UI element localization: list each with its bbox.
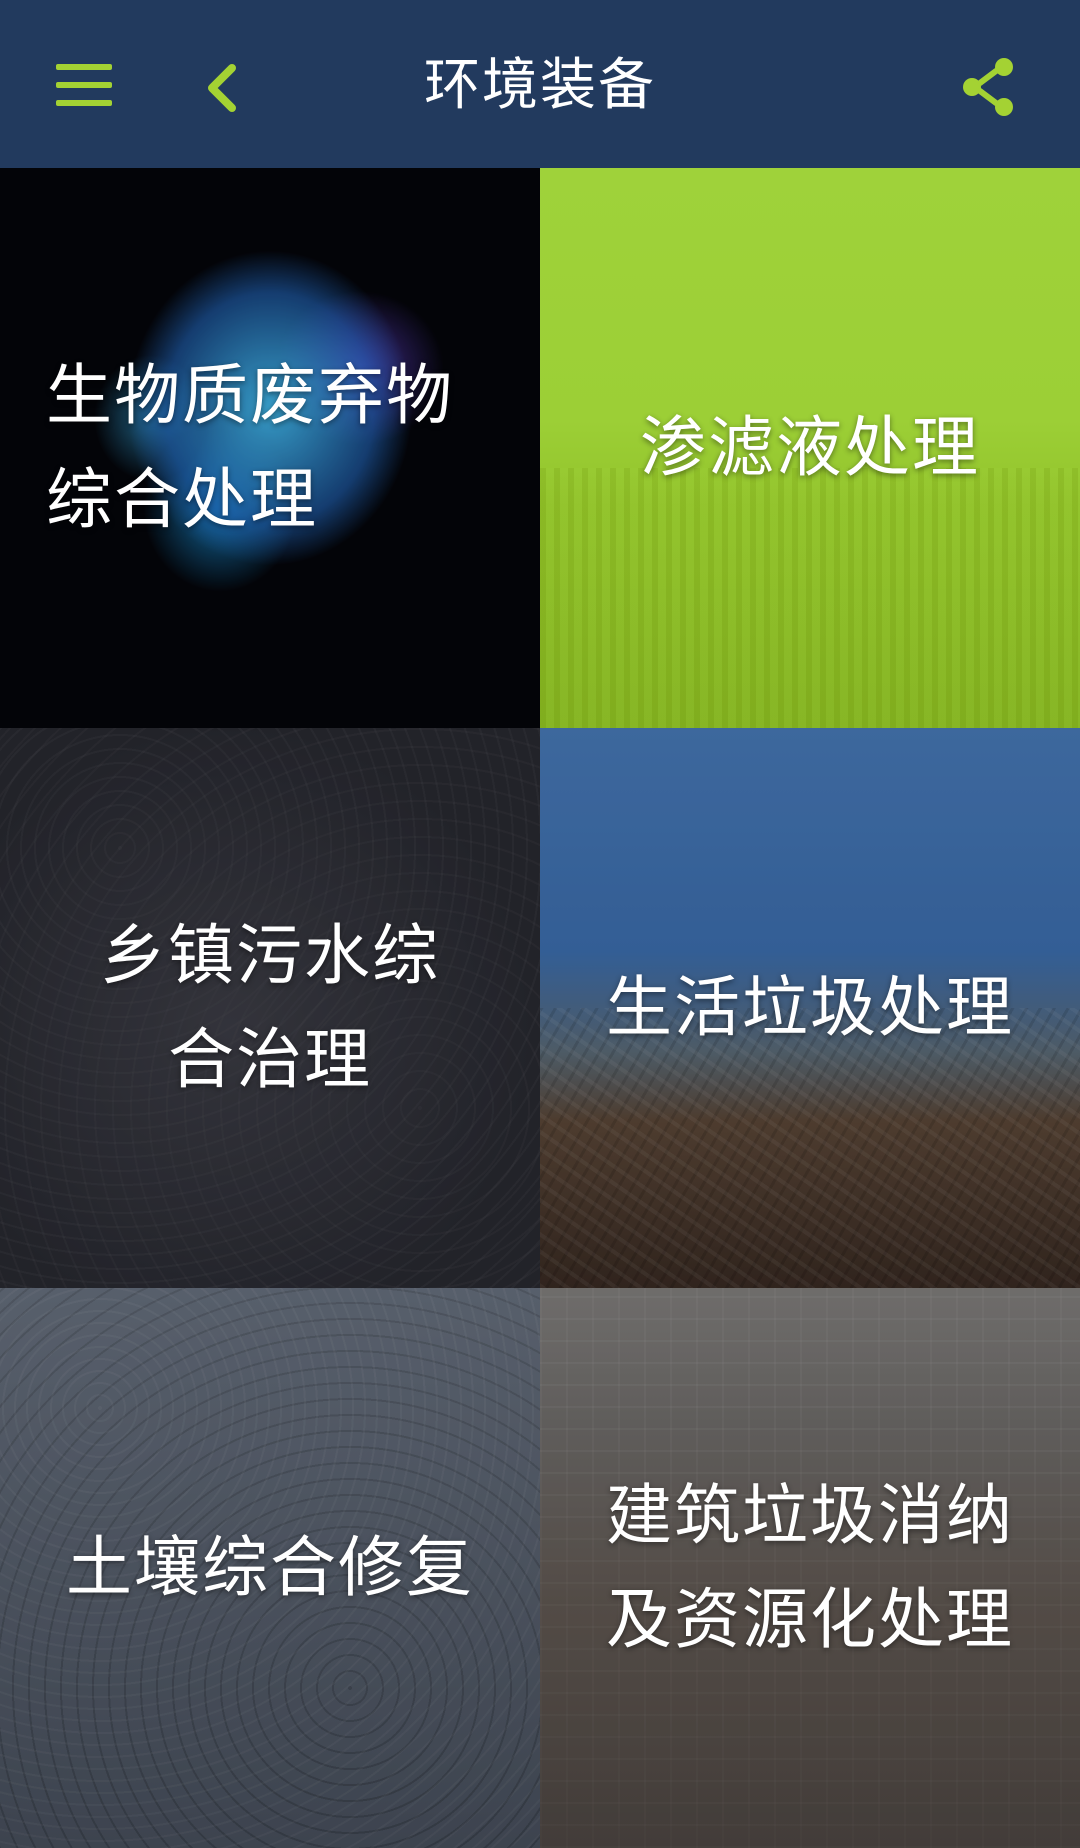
tile-label: 土壤综合修复	[0, 1516, 540, 1620]
tile-label-line: 建筑垃圾消纳	[606, 1477, 1014, 1554]
tile-label-line: 土壤综合修复	[66, 1529, 474, 1606]
tile-label: 乡镇污水综 合治理	[0, 904, 540, 1112]
tile-label: 生物质废弃物 综合处理	[0, 344, 540, 552]
tile-construction-waste[interactable]: 建筑垃圾消纳 及资源化处理	[540, 1288, 1080, 1848]
tile-label-line: 渗滤液处理	[640, 409, 980, 486]
page-title: 环境装备	[424, 53, 656, 118]
tile-soil-remediation[interactable]: 土壤综合修复	[0, 1288, 540, 1848]
tile-label-line: 乡镇污水综	[100, 917, 440, 994]
tile-leachate[interactable]: 渗滤液处理	[540, 168, 1080, 728]
tile-label-line: 生活垃圾处理	[606, 969, 1014, 1046]
tile-label-line: 综合处理	[46, 461, 318, 538]
tile-label: 建筑垃圾消纳 及资源化处理	[540, 1464, 1080, 1672]
tile-label: 渗滤液处理	[540, 396, 1080, 500]
tile-label: 生活垃圾处理	[540, 956, 1080, 1060]
tile-domestic-waste[interactable]: 生活垃圾处理	[540, 728, 1080, 1288]
top-app-bar: 环境装备	[0, 0, 1080, 168]
tile-label-line: 及资源化处理	[606, 1581, 1014, 1658]
tile-label-line: 生物质废弃物	[46, 357, 454, 434]
category-grid: 生物质废弃物 综合处理 渗滤液处理 乡镇污水综 合治理 生活垃圾处理 土壤综合修…	[0, 168, 1080, 1848]
tile-town-sewage[interactable]: 乡镇污水综 合治理	[0, 728, 540, 1288]
tile-label-line: 合治理	[168, 1021, 372, 1098]
share-icon[interactable]	[958, 55, 1018, 119]
tile-biomass-waste[interactable]: 生物质废弃物 综合处理	[0, 168, 540, 728]
